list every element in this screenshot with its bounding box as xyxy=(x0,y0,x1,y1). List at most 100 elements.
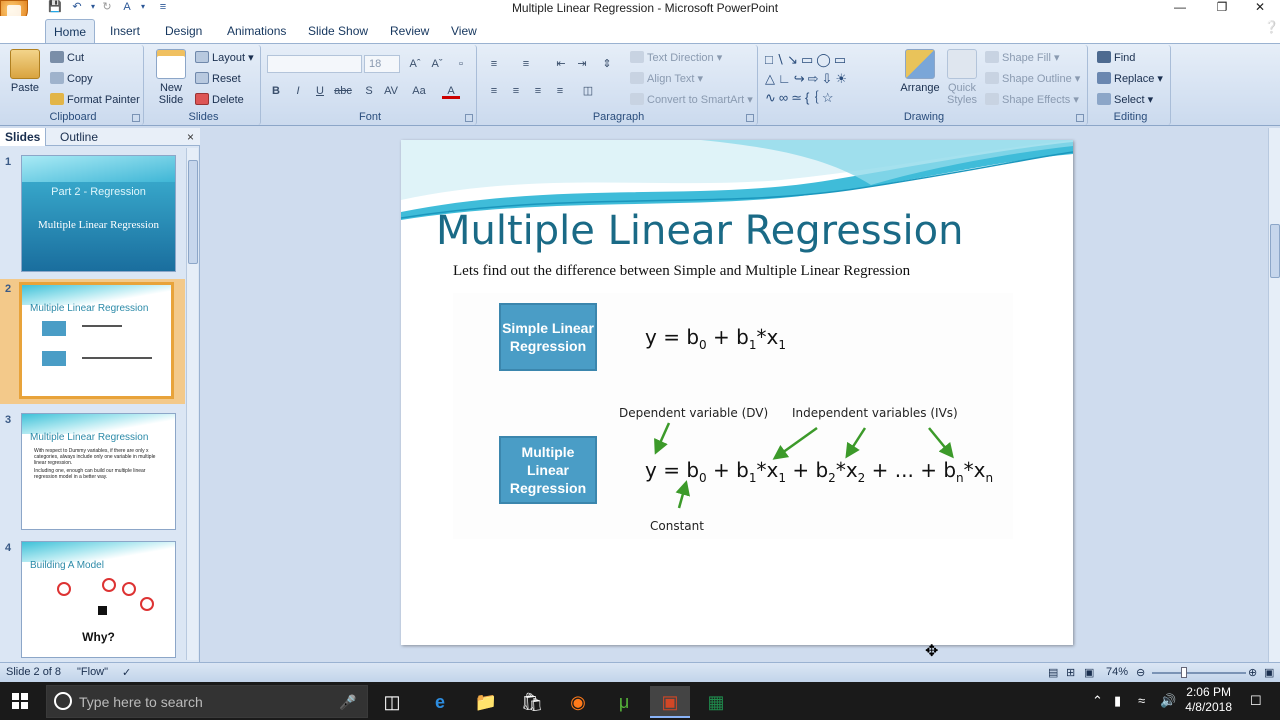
excel-taskbar-icon[interactable]: ▦ xyxy=(696,686,736,718)
wifi-icon[interactable]: ≈ xyxy=(1138,693,1145,708)
shape-effects-button[interactable]: Shape Effects ▾ xyxy=(985,93,1079,106)
quick-styles-button[interactable]: Quick Styles xyxy=(945,49,979,106)
taskbar-search-box[interactable]: Type here to search xyxy=(46,685,368,718)
find-button[interactable]: Find xyxy=(1097,51,1135,64)
copy-button[interactable]: Copy xyxy=(50,72,93,85)
align-right-icon[interactable]: ≡ xyxy=(529,83,547,99)
change-case-icon[interactable]: Aa xyxy=(410,83,428,99)
tab-animations[interactable]: Animations xyxy=(227,24,286,38)
columns-icon[interactable]: ◫ xyxy=(579,83,597,99)
slide-show-icon[interactable]: ▣ xyxy=(1084,666,1094,679)
line-spacing-icon[interactable]: ⇕ xyxy=(598,56,616,72)
increase-indent-icon[interactable]: ⇥ xyxy=(573,56,591,72)
restore-icon[interactable]: ❐ xyxy=(1202,0,1242,15)
font-size-field[interactable]: 18 xyxy=(364,55,400,73)
store-icon[interactable]: 🛍 xyxy=(512,686,552,718)
underline-icon[interactable]: U xyxy=(311,83,329,99)
notifications-icon[interactable]: ☐ xyxy=(1250,693,1262,709)
tab-design[interactable]: Design xyxy=(165,24,202,38)
convert-smartart-button[interactable]: Convert to SmartArt ▾ xyxy=(630,93,753,106)
firefox-icon[interactable]: ◉ xyxy=(558,686,598,718)
shadow-icon[interactable]: S xyxy=(360,83,378,99)
edge-icon[interactable]: e xyxy=(420,686,460,718)
tab-slide-show[interactable]: Slide Show xyxy=(308,24,368,38)
tab-home[interactable]: Home xyxy=(45,19,95,43)
slides-group: New Slide Layout ▾ Reset Delete Slides xyxy=(147,45,261,125)
shrink-font-icon[interactable]: Aˇ xyxy=(428,56,446,72)
tab-outline[interactable]: Outline xyxy=(60,130,98,144)
italic-icon[interactable]: I xyxy=(289,83,307,99)
cut-button[interactable]: Cut xyxy=(50,51,84,64)
select-button[interactable]: Select ▾ xyxy=(1097,93,1153,106)
clock[interactable]: 2:06 PM 4/8/2018 xyxy=(1185,685,1232,715)
slide-sorter-icon[interactable]: ⊞ xyxy=(1066,666,1075,679)
scroll-thumb[interactable] xyxy=(188,160,198,264)
decrease-indent-icon[interactable]: ⇤ xyxy=(552,56,570,72)
arrow-iv-1 xyxy=(772,426,818,460)
bold-icon[interactable]: B xyxy=(267,83,285,99)
battery-icon[interactable]: ▮ xyxy=(1114,693,1121,709)
font-launcher-icon[interactable] xyxy=(465,114,473,122)
tab-view[interactable]: View xyxy=(451,24,477,38)
zoom-slider[interactable] xyxy=(1152,672,1246,674)
tab-insert[interactable]: Insert xyxy=(110,24,140,38)
paste-button[interactable]: Paste xyxy=(7,49,43,94)
arrange-button[interactable]: Arrange xyxy=(897,49,943,94)
align-center-icon[interactable]: ≡ xyxy=(507,83,525,99)
delete-button[interactable]: Delete xyxy=(195,93,244,106)
slide-thumbnail-2[interactable]: 2 Multiple Linear Regression xyxy=(0,279,185,404)
character-spacing-icon[interactable]: AV xyxy=(382,83,400,99)
close-icon[interactable]: ✕ xyxy=(1240,0,1280,15)
volume-icon[interactable]: 🔊 xyxy=(1160,693,1176,709)
clipboard-launcher-icon[interactable] xyxy=(132,114,140,122)
font-color-icon[interactable]: A xyxy=(442,83,460,99)
utorrent-icon[interactable]: μ xyxy=(604,686,644,718)
shape-fill-button[interactable]: Shape Fill ▾ xyxy=(985,51,1060,64)
paragraph-launcher-icon[interactable] xyxy=(746,114,754,122)
grow-font-icon[interactable]: Aˆ xyxy=(406,56,424,72)
tab-slides[interactable]: Slides xyxy=(0,128,47,146)
close-pane-icon[interactable]: × xyxy=(187,130,194,144)
zoom-slider-thumb[interactable] xyxy=(1181,667,1187,678)
pane-scrollbar[interactable] xyxy=(186,148,198,660)
zoom-level[interactable]: 74% xyxy=(1106,666,1128,678)
task-view-icon[interactable]: ◫ xyxy=(372,686,412,718)
format-painter-button[interactable]: Format Painter xyxy=(50,93,140,106)
regression-diagram[interactable]: Simple Linear Regression Multiple Linear… xyxy=(453,293,1013,660)
text-direction-button[interactable]: Text Direction ▾ xyxy=(630,51,722,64)
microphone-icon[interactable]: 🎤 xyxy=(328,686,368,718)
show-hidden-icons-icon[interactable]: ⌃ xyxy=(1092,693,1103,709)
layout-button[interactable]: Layout ▾ xyxy=(195,51,254,64)
font-name-field[interactable] xyxy=(267,55,362,73)
drawing-launcher-icon[interactable] xyxy=(1076,114,1084,122)
zoom-out-icon[interactable]: ⊖ xyxy=(1136,666,1145,679)
zoom-in-icon[interactable]: ⊕ xyxy=(1248,666,1257,679)
help-icon[interactable]: ❔ xyxy=(1264,20,1279,34)
windows-start-icon[interactable] xyxy=(12,693,28,709)
new-slide-button[interactable]: New Slide xyxy=(151,49,191,106)
minimize-icon[interactable]: — xyxy=(1160,0,1200,15)
shapes-gallery[interactable]: □∖↘▭◯▭ △∟↪⇨⇩☀ ∿∞≃{｛☆ xyxy=(765,50,887,106)
file-explorer-icon[interactable]: 📁 xyxy=(466,686,506,718)
powerpoint-taskbar-icon[interactable]: ▣ xyxy=(650,686,690,718)
bullets-icon[interactable]: ≡ xyxy=(485,56,503,72)
align-text-button[interactable]: Align Text ▾ xyxy=(630,72,703,85)
shape-outline-button[interactable]: Shape Outline ▾ xyxy=(985,72,1080,85)
clear-formatting-icon[interactable]: ▫ xyxy=(452,56,470,72)
align-left-icon[interactable]: ≡ xyxy=(485,83,503,99)
slide-subtitle[interactable]: Lets find out the difference between Sim… xyxy=(453,263,910,280)
fit-slide-icon[interactable]: ▣ xyxy=(1264,666,1274,679)
reset-button[interactable]: Reset xyxy=(195,72,241,85)
spelling-check-icon[interactable]: ✓ xyxy=(122,666,131,679)
annotation-arrows xyxy=(654,422,954,509)
tab-review[interactable]: Review xyxy=(390,24,429,38)
editor-scroll-thumb[interactable] xyxy=(1270,224,1280,278)
slide-title[interactable]: Multiple Linear Regression xyxy=(436,208,963,254)
numbering-icon[interactable]: ≡ xyxy=(517,56,535,72)
strikethrough-icon[interactable]: abc xyxy=(334,83,352,99)
normal-view-icon[interactable]: ▤ xyxy=(1048,666,1058,679)
justify-icon[interactable]: ≡ xyxy=(551,83,569,99)
replace-button[interactable]: Replace ▾ xyxy=(1097,72,1163,85)
editor-scrollbar[interactable] xyxy=(1268,128,1280,662)
slide-canvas[interactable]: Multiple Linear Regression Lets find out… xyxy=(401,140,1073,660)
